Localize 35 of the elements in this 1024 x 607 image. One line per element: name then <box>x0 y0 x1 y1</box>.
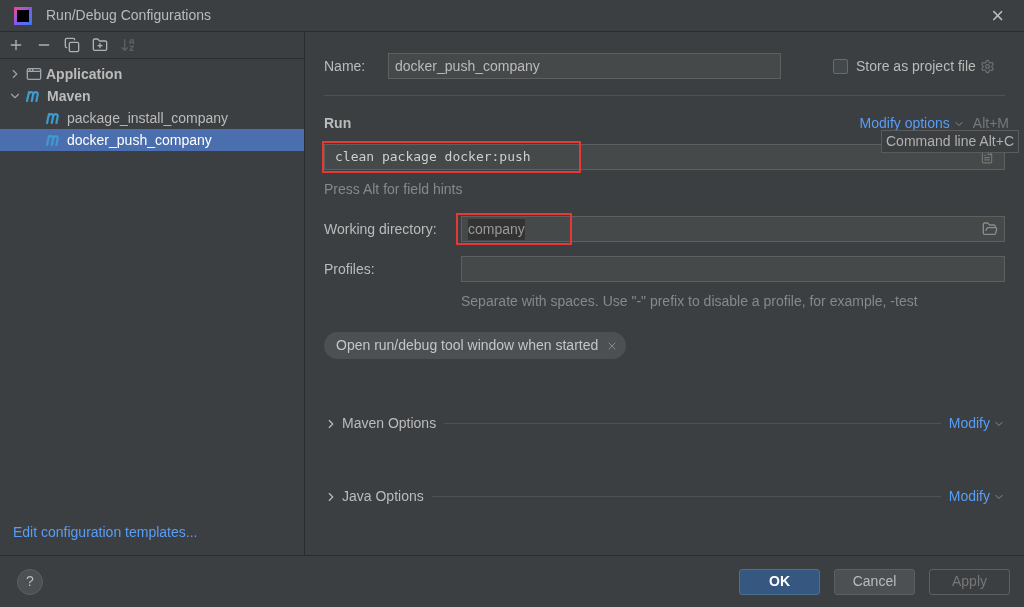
add-icon[interactable] <box>8 37 24 53</box>
modify-link[interactable]: Modify <box>948 486 990 507</box>
tree-item[interactable]: docker_push_company <box>0 129 304 151</box>
name-label: Name: <box>324 56 367 76</box>
modify-link[interactable]: Modify <box>948 413 990 434</box>
dialog-button[interactable]: OK <box>739 568 820 595</box>
tree-item[interactable]: package_install_company <box>0 107 304 129</box>
store-checkbox[interactable] <box>833 58 848 74</box>
name-field[interactable]: docker_push_company <box>388 53 781 79</box>
app-logo-icon <box>14 6 32 25</box>
run-title: Run <box>324 114 352 133</box>
close-button[interactable]: × <box>991 4 1004 27</box>
copy-icon[interactable] <box>64 37 80 53</box>
profiles-label: Profiles: <box>324 259 376 279</box>
dialog-button[interactable]: Cancel <box>834 568 915 595</box>
profiles-hint: Separate with spaces. Use "-" prefix to disable a profile, for example, -test <box>461 292 919 311</box>
profiles-field[interactable] <box>461 256 1005 282</box>
section-title[interactable]: Maven Options <box>342 413 437 434</box>
window-icon <box>26 66 42 82</box>
option-chip[interactable]: Open run/debug tool window when started <box>324 332 627 359</box>
folder-icon[interactable] <box>982 221 998 237</box>
settings-icon[interactable] <box>979 58 995 74</box>
tree-item[interactable]: Application <box>0 63 304 85</box>
help-button[interactable]: ? <box>17 568 43 595</box>
tree-item[interactable]: Maven <box>0 85 304 107</box>
section-title[interactable]: Java Options <box>342 486 424 507</box>
tooltip: Command line Alt+C <box>881 130 1019 153</box>
shortcut-text: Alt+M <box>972 114 1009 133</box>
document-icon[interactable] <box>980 150 994 164</box>
working-directory-label: Working directory: <box>324 219 438 239</box>
templates-link[interactable]: Edit configuration templates... <box>13 524 198 540</box>
field-hint: Press Alt for field hints <box>324 180 464 199</box>
window-title: Run/Debug Configurations <box>46 6 211 25</box>
store-label: Store as project file <box>856 56 976 76</box>
folder-plus-icon[interactable] <box>92 37 108 53</box>
